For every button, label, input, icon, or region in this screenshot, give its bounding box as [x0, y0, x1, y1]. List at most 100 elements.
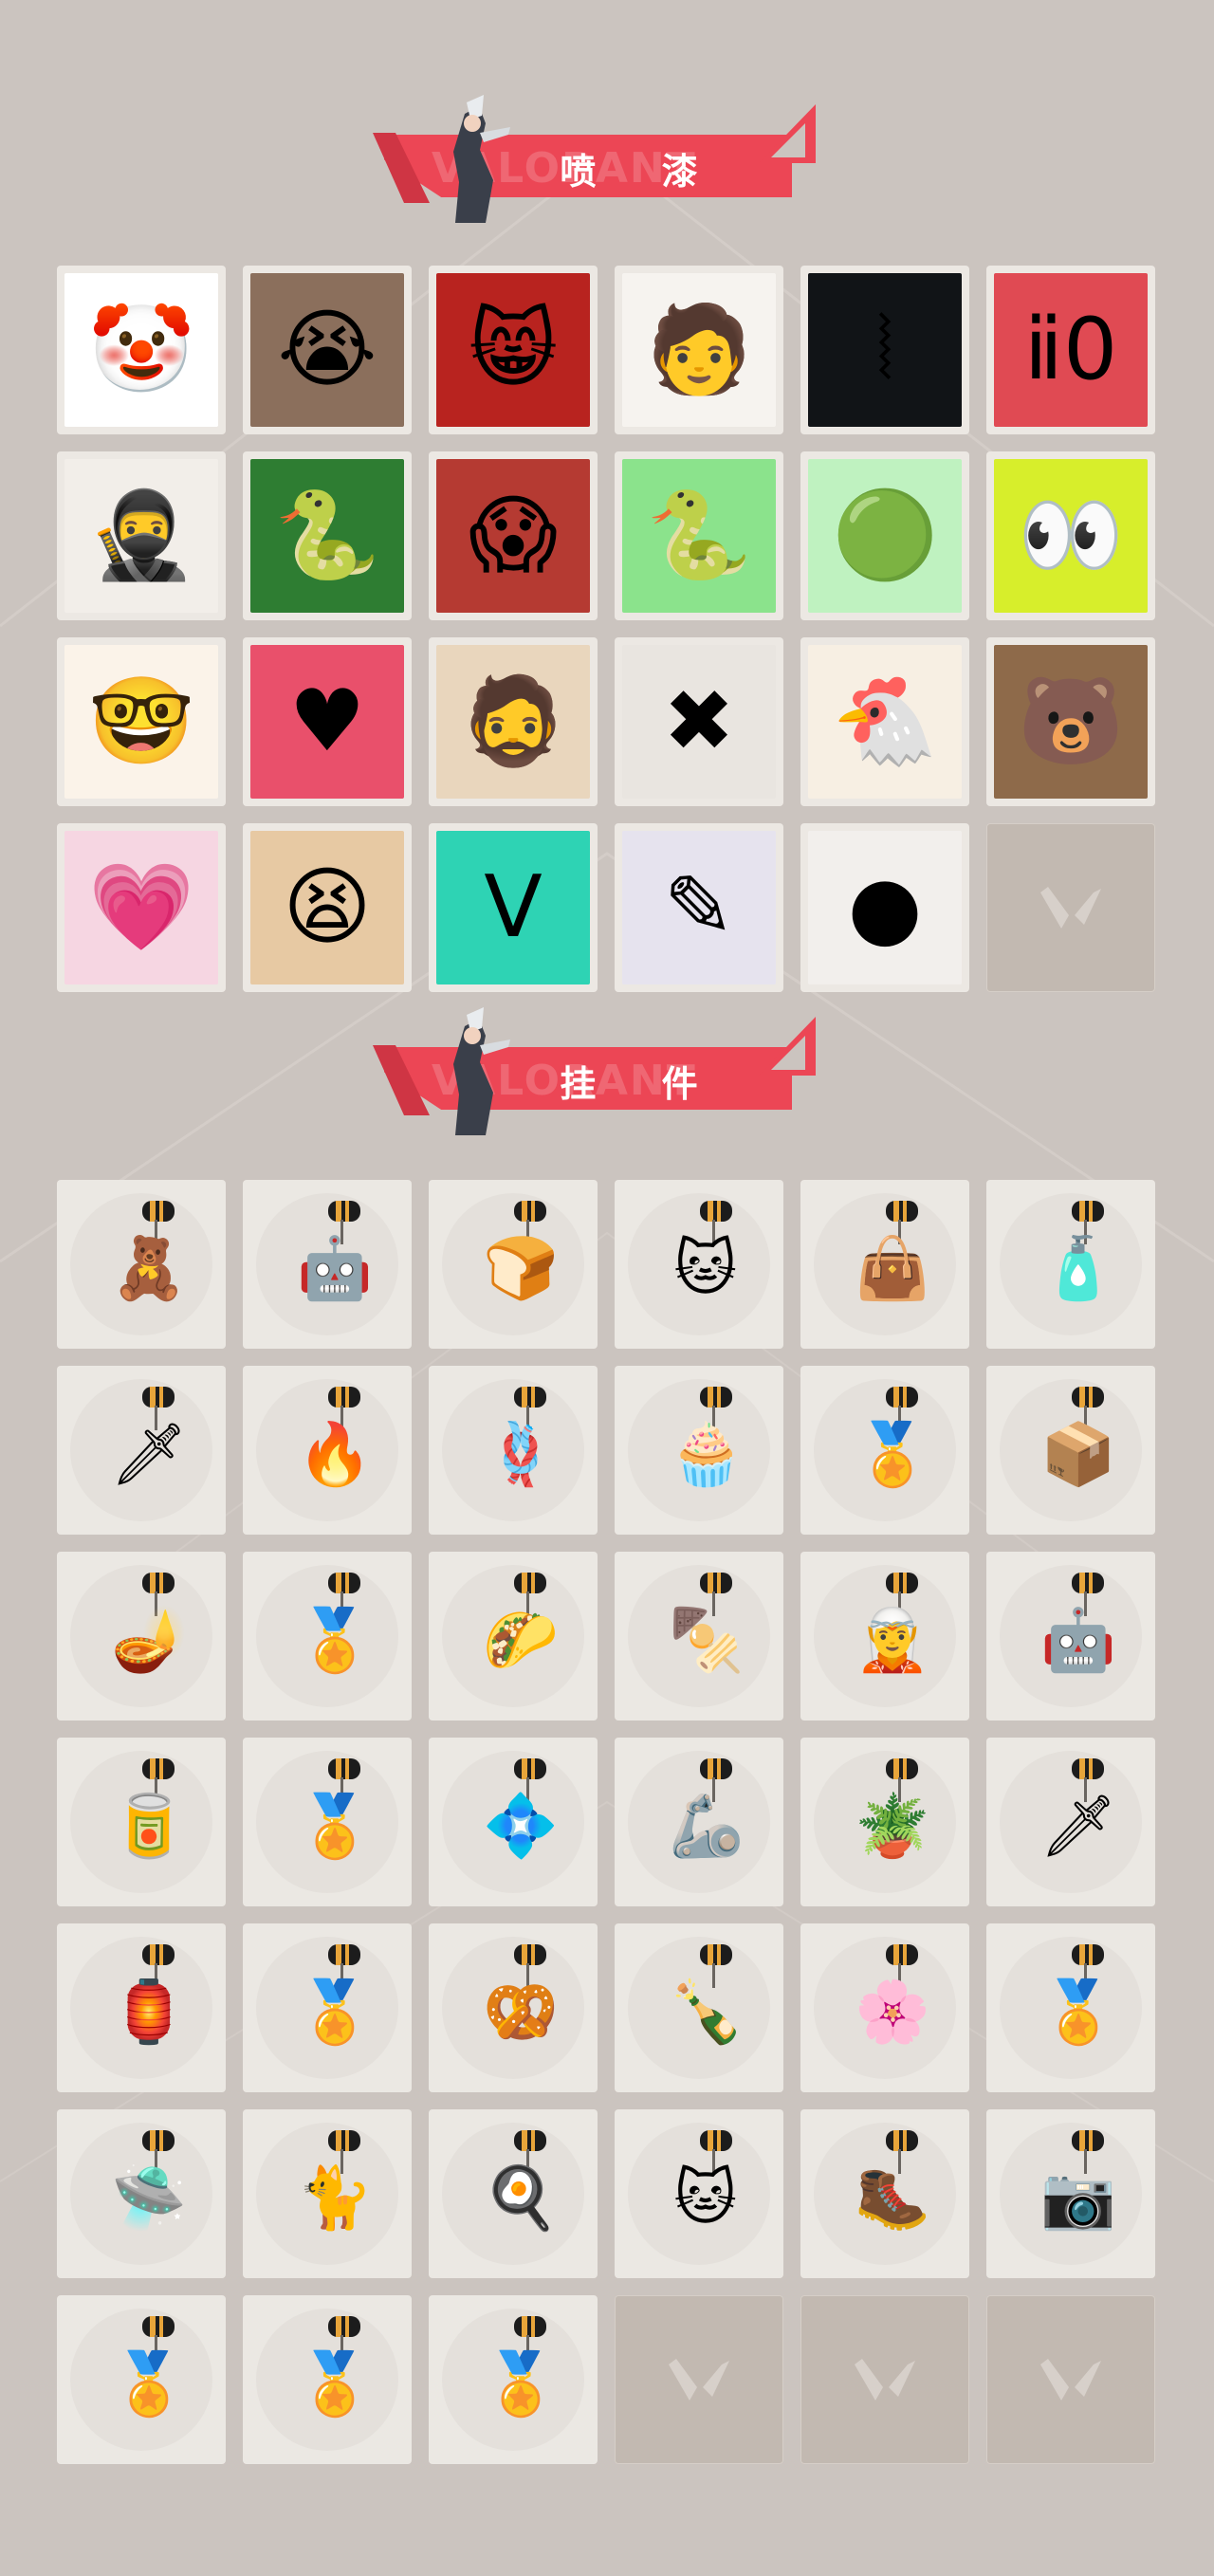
buddy-tile[interactable]: 🌮 — [429, 1552, 598, 1720]
valorant-logo-icon: V — [436, 831, 590, 984]
spray-tile[interactable]: 🐍 — [243, 451, 412, 620]
buddy-tile[interactable]: 🏅 — [57, 2295, 226, 2464]
agent-figure-icon — [453, 95, 510, 223]
agent-figure-charm-icon: 🧝 — [855, 1606, 930, 1676]
buddy-tile[interactable]: 🪔 — [57, 1552, 226, 1720]
buddy-tile[interactable]: 🏅 — [429, 2295, 598, 2464]
buddy-tile[interactable]: 🤖 — [243, 1180, 412, 1349]
keyring-clip-icon — [328, 2316, 360, 2337]
spray-tile[interactable]: V — [429, 823, 598, 992]
buddy-tile[interactable]: 🧝 — [800, 1552, 969, 1720]
spray-tile[interactable]: ● — [800, 823, 969, 992]
buddy-tile[interactable]: 🥨 — [429, 1923, 598, 2092]
silver-diamond-charm-icon: 💠 — [483, 1792, 559, 1862]
spray-tile[interactable]: ✎ — [615, 823, 783, 992]
buddy-tile[interactable]: 🗡 — [57, 1366, 226, 1535]
spray-tile[interactable]: 👀 — [986, 451, 1155, 620]
spray-tile[interactable]: 🧑 — [615, 266, 783, 434]
buddy-tile[interactable]: 🔥 — [243, 1366, 412, 1535]
fire-cat-charm-icon: 🔥 — [297, 1420, 373, 1490]
buddy-tile[interactable]: 🗡 — [986, 1738, 1155, 1906]
keyring-clip-icon — [886, 2130, 918, 2151]
buddy-tile[interactable]: 🦾 — [615, 1738, 783, 1906]
buddy-tile[interactable]: 🍞 — [429, 1180, 598, 1349]
buddies-title: 挂 件 — [560, 1063, 725, 1105]
spray-tile[interactable]: 🤓 — [57, 637, 226, 806]
spray-tile[interactable]: 😫 — [243, 823, 412, 992]
spray-tile[interactable]: 🐍 — [615, 451, 783, 620]
buddy-tile[interactable]: 🥾 — [800, 2109, 969, 2278]
buddy-tile[interactable]: 🧴 — [986, 1180, 1155, 1349]
buddy-tile[interactable]: 📦 — [986, 1366, 1155, 1535]
spray-tile[interactable]: ♥ — [243, 637, 412, 806]
spray-tile[interactable]: ✖ — [615, 637, 783, 806]
lava-lamp-charm-icon: 🪔 — [111, 1606, 187, 1676]
spray-tile[interactable]: 🐔 — [800, 637, 969, 806]
spray-tile[interactable]: 😱 — [429, 451, 598, 620]
golden-bear-charm-icon: 🧸 — [111, 1234, 187, 1304]
buddy-tile[interactable]: 🛸 — [57, 2109, 226, 2278]
buddy-tile[interactable]: 🥫 — [57, 1738, 226, 1906]
buddy-tile[interactable]: 🏅 — [243, 1738, 412, 1906]
buddy-tile[interactable]: 🧁 — [615, 1366, 783, 1535]
buddy-tile[interactable]: 🪴 — [800, 1738, 969, 1906]
pretzel-charm-icon: 🥨 — [483, 1978, 559, 2048]
spray-tile[interactable]: 🧔 — [429, 637, 598, 806]
buddy-tile[interactable]: 👜 — [800, 1180, 969, 1349]
shouting-man-icon: 😫 — [250, 831, 404, 984]
bottle-charm-icon: 🍾 — [669, 1978, 745, 2048]
buddy-tile[interactable]: 🌸 — [800, 1923, 969, 2092]
keyring-clip-icon — [1072, 1758, 1104, 1779]
keyring-clip-icon — [142, 1201, 175, 1222]
buddy-tile[interactable]: 🏮 — [57, 1923, 226, 2092]
green-orb-icon: 🟢 — [808, 459, 962, 613]
buddy-tile[interactable]: 🐈 — [243, 2109, 412, 2278]
spray-tile[interactable]: 😭 — [243, 266, 412, 434]
buddy-tile[interactable]: 🏅 — [243, 2295, 412, 2464]
spray-tile[interactable]: 😸 — [429, 266, 598, 434]
buddy-tile[interactable]: 📷 — [986, 2109, 1155, 2278]
keyring-clip-icon — [328, 1944, 360, 1965]
keyring-clip-icon — [328, 1201, 360, 1222]
crying-mole-icon: 😭 — [250, 273, 404, 427]
robot-head-charm-icon: 🤖 — [1040, 1606, 1116, 1676]
keyring-clip-icon — [514, 1573, 546, 1593]
spray-tile[interactable]: 🥷 — [57, 451, 226, 620]
empty-slot — [615, 2295, 783, 2464]
cupcake-charm-icon: 🧁 — [669, 1420, 745, 1490]
spray-tile[interactable]: 🤡 — [57, 266, 226, 434]
bearded-face-icon: 🧔 — [436, 645, 590, 799]
drone-bot-charm-icon: 🤖 — [297, 1234, 373, 1304]
buddy-tile[interactable]: 🏅 — [800, 1366, 969, 1535]
keyring-clip-icon — [700, 1573, 732, 1593]
keyring-clip-icon — [700, 2130, 732, 2151]
keyring-clip-icon — [514, 1944, 546, 1965]
boot-charm-icon: 🥾 — [855, 2163, 930, 2234]
keyring-clip-icon — [514, 2130, 546, 2151]
keyring-clip-icon — [328, 1758, 360, 1779]
spray-tile[interactable]: 🐻 — [986, 637, 1155, 806]
buddy-tile[interactable]: 🍢 — [615, 1552, 783, 1720]
spray-tile[interactable]: ⅱ0 — [986, 266, 1155, 434]
spray-tile[interactable]: 💗 — [57, 823, 226, 992]
spray-tile[interactable]: ⦚ — [800, 266, 969, 434]
sunglasses-bear-icon: 🐻 — [994, 645, 1148, 799]
spray-tile[interactable]: 🟢 — [800, 451, 969, 620]
keyring-clip-icon — [886, 1944, 918, 1965]
buddy-tile[interactable]: 🪢 — [429, 1366, 598, 1535]
buddy-tile[interactable]: 🐱 — [615, 2109, 783, 2278]
buddy-tile[interactable]: 🍳 — [429, 2109, 598, 2278]
buddy-tile[interactable]: 🏅 — [986, 1923, 1155, 2092]
buddy-tile[interactable]: 🍾 — [615, 1923, 783, 2092]
empty-slot — [800, 2295, 969, 2464]
buddy-tile[interactable]: 💠 — [429, 1738, 598, 1906]
buddy-tile[interactable]: 🧸 — [57, 1180, 226, 1349]
buddy-tile[interactable]: 🏅 — [243, 1923, 412, 2092]
buddy-tile[interactable]: 🐱 — [615, 1180, 783, 1349]
buddy-tile[interactable]: 🏅 — [243, 1552, 412, 1720]
ep9-medal-charm-icon: 🏅 — [855, 1420, 930, 1490]
buddy-tile[interactable]: 🤖 — [986, 1552, 1155, 1720]
neon-claw-icon: ⦚ — [808, 273, 962, 427]
bag-charm-icon: 👜 — [855, 1234, 930, 1304]
keyring-clip-icon — [700, 1758, 732, 1779]
